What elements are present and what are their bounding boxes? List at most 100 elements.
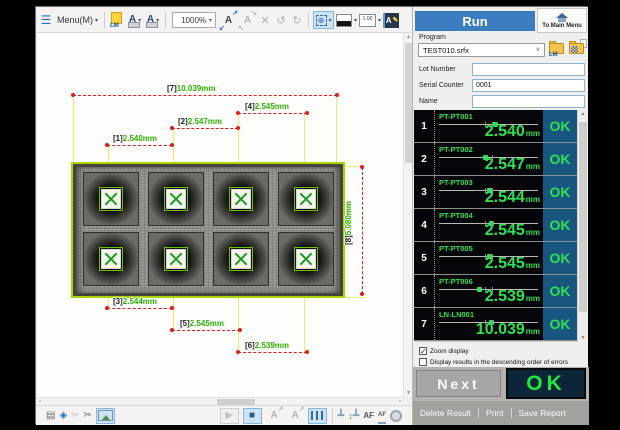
dimension-line: [362, 167, 363, 294]
save-settings-icon[interactable]: A: [127, 12, 143, 28]
detection-target-icon: ⊕: [316, 15, 327, 26]
result-row[interactable]: 1 PT-PT0012.540mm OK: [414, 110, 577, 143]
separator: [308, 12, 309, 28]
annotation-edit-icon[interactable]: A✎: [383, 13, 399, 28]
undo-icon[interactable]: ↺: [274, 10, 288, 30]
checkbox-unchecked-icon[interactable]: [419, 358, 427, 366]
camera-image-viewer[interactable]: [7]10.039mm [4]2.545mm [2]2.547mm [1]2.5…: [37, 33, 403, 397]
descending-order-option[interactable]: Display results in the descending order …: [419, 357, 568, 367]
x-marker-icon: [169, 192, 183, 206]
result-status-badge: OK: [543, 242, 577, 274]
result-number: 7: [414, 308, 435, 340]
auto-measure-icon[interactable]: ↗A: [266, 408, 283, 424]
checkbox-checked-icon[interactable]: ✓: [419, 347, 427, 355]
menu-button[interactable]: Menu(M): [55, 10, 100, 30]
edge-detection-icon[interactable]: ⊕: [313, 11, 334, 29]
cut-disabled-icon[interactable]: ✂: [71, 408, 79, 424]
result-status-badge: OK: [543, 176, 577, 208]
keyboard-icon[interactable]: ▤: [46, 408, 55, 424]
scroll-up-icon[interactable]: ▲: [578, 111, 588, 117]
measured-part-image: [73, 164, 343, 296]
image-adjust-icon[interactable]: [336, 10, 357, 30]
to-main-menu-button[interactable]: To Main Menu: [537, 8, 587, 33]
viewer-bottom-toolbar: ▤ ◈ ✂ ✂ ▶ ■ ↗A ↗A ┻ ↕┻ AF AF: [36, 405, 412, 425]
cavity-cell: [83, 172, 139, 226]
letter-a: A: [244, 15, 251, 26]
name-input[interactable]: [472, 95, 585, 108]
viewer-horizontal-scrollbar[interactable]: ‹ ›: [37, 397, 403, 405]
result-row[interactable]: 6 PT-PT0062.539mm OK: [414, 275, 577, 308]
hamburger-menu-icon[interactable]: ☰: [39, 10, 53, 30]
cut-icon[interactable]: ✂: [84, 408, 92, 424]
descending-order-label: Display results in the descending order …: [430, 359, 568, 366]
print-settings-icon[interactable]: A: [145, 12, 161, 28]
program-combobox[interactable]: TEST010.srfx: [418, 43, 545, 57]
result-number: 2: [414, 143, 435, 175]
image-view-toggle[interactable]: [96, 408, 115, 424]
result-number: 3: [414, 176, 435, 208]
viewer-vertical-scrollbar[interactable]: ▲ ▼: [403, 33, 412, 397]
result-row[interactable]: 7 LN-LN00110.039mm OK: [414, 308, 577, 341]
scroll-thumb[interactable]: [579, 122, 587, 312]
measured-pad: [297, 250, 315, 268]
top-toolbar: ☰ Menu(M) LM A A 1000% ↗A↙ ↘A↖ ✕ ↺ ↻ ⊕ 1…: [37, 8, 411, 33]
measured-pad: [102, 250, 120, 268]
layers-icon[interactable]: ◈: [59, 408, 67, 424]
result-row[interactable]: 4 PT-PT0042.545mm OK: [414, 209, 577, 242]
lot-number-row: Lot Number: [415, 63, 587, 77]
redo-icon[interactable]: ↻: [290, 10, 304, 30]
camera-lens-icon[interactable]: [390, 408, 402, 424]
result-value: 2.545: [485, 222, 525, 239]
scroll-thumb[interactable]: [405, 43, 412, 163]
scroll-down-icon[interactable]: ▼: [578, 335, 588, 341]
window-scale-icon[interactable]: 1.00: [359, 10, 381, 30]
result-row[interactable]: 3 PT-PT0032.544mm OK: [414, 176, 577, 209]
result-row[interactable]: 5 PT-PT0052.545mm OK: [414, 242, 577, 275]
dimension-label: [4]2.545mm: [245, 102, 289, 111]
next-button[interactable]: Next: [416, 370, 501, 397]
printer-shape: [146, 22, 158, 28]
open-program-code-icon[interactable]: [569, 40, 586, 54]
fit-to-screen-icon[interactable]: ↗A↙: [220, 12, 237, 29]
run-stop-button[interactable]: ■: [243, 408, 262, 424]
x-marker-icon: [234, 252, 248, 266]
lot-number-label: Lot Number: [419, 66, 456, 73]
serial-counter-input[interactable]: 0001: [472, 79, 585, 92]
result-status-badge: OK: [543, 143, 577, 175]
results-scrollbar[interactable]: ▲ ▼: [577, 110, 588, 342]
serial-counter-row: Serial Counter 0001: [415, 79, 587, 93]
app-window: ☰ Menu(M) LM A A 1000% ↗A↙ ↘A↖ ✕ ↺ ↻ ⊕ 1…: [35, 6, 587, 424]
print-button[interactable]: Print: [478, 408, 510, 418]
run-mode-header: Run: [415, 11, 535, 31]
result-name: PT-PT001: [439, 112, 473, 121]
screen: ☰ Menu(M) LM A A 1000% ↗A↙ ↘A↖ ✕ ↺ ↻ ⊕ 1…: [0, 0, 620, 430]
result-name: PT-PT004: [439, 211, 473, 220]
letter-a: A: [270, 410, 277, 421]
zoom-display-label: Zoom display: [430, 348, 469, 355]
result-row[interactable]: 2 PT-PT0022.547mm OK: [414, 143, 577, 176]
stage-icon[interactable]: ┻: [338, 408, 345, 424]
result-name: PT-PT006: [439, 277, 473, 286]
actual-size-icon[interactable]: ↘A↖: [239, 12, 256, 29]
histogram-toggle[interactable]: [308, 408, 327, 424]
delete-result-button[interactable]: Delete Result: [413, 408, 478, 418]
dimension-line: [238, 113, 307, 114]
lot-number-input[interactable]: [472, 63, 585, 76]
zoom-level-combobox[interactable]: 1000%: [172, 12, 216, 28]
save-report-button[interactable]: Save Report: [511, 408, 573, 418]
scale-window-shape: 1.00: [359, 14, 376, 27]
stage-move-icon[interactable]: ↕┻: [348, 408, 359, 424]
autofocus-calibration-icon[interactable]: AF: [378, 408, 386, 424]
lm-file-icon[interactable]: LM: [109, 12, 125, 28]
zoom-display-option[interactable]: ✓ Zoom display: [419, 346, 469, 356]
result-value: 2.544: [485, 189, 525, 206]
open-program-lm-icon[interactable]: LM: [549, 40, 566, 54]
x-marker-icon: [299, 252, 313, 266]
measured-pad: [297, 190, 315, 208]
x-marker-icon: [234, 192, 248, 206]
run-play-button[interactable]: ▶: [220, 408, 239, 424]
delete-icon[interactable]: ✕: [258, 10, 272, 30]
auto-measure-repeat-icon[interactable]: ↗A: [287, 408, 304, 424]
result-name: PT-PT002: [439, 145, 473, 154]
autofocus-button[interactable]: AF: [363, 408, 374, 424]
